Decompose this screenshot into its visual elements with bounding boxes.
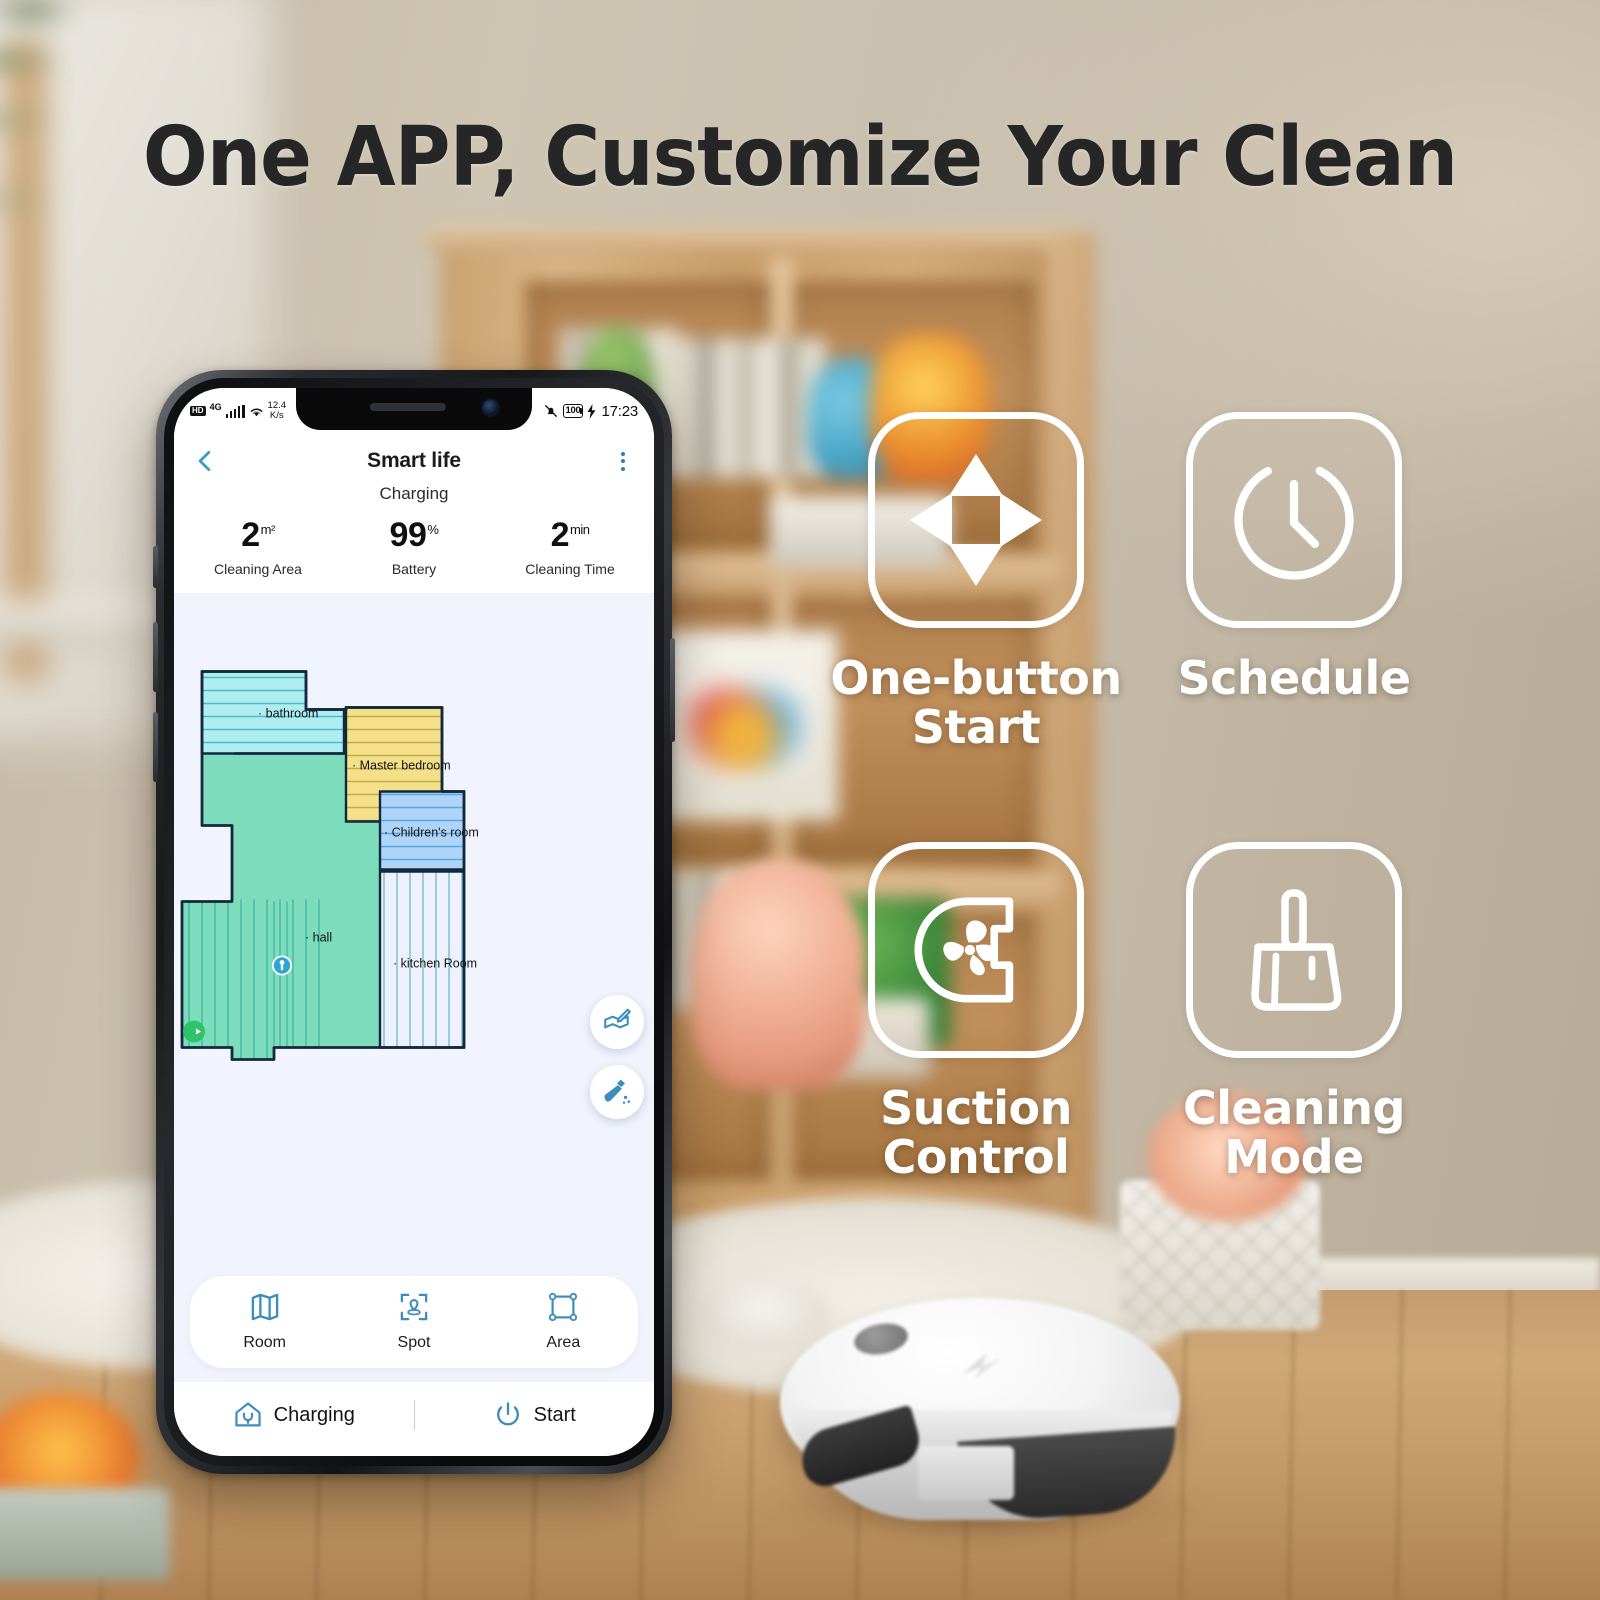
stats-row: 2m² Cleaning Area 99% Battery 2min Clean… bbox=[174, 504, 654, 593]
bottom-action-bar: Charging Start bbox=[174, 1382, 654, 1456]
feature-cleaning-mode: Cleaning Mode bbox=[1144, 842, 1444, 1182]
page-title: Smart life bbox=[367, 449, 461, 472]
robot-vacuum bbox=[770, 1288, 1190, 1538]
kebab-menu-icon[interactable] bbox=[610, 451, 636, 471]
mode-bar-wrapper: Room Spot Area bbox=[174, 1266, 654, 1382]
phone-notch bbox=[296, 388, 532, 430]
feature-label: Schedule bbox=[1177, 651, 1412, 705]
edit-map-fab[interactable] bbox=[590, 995, 644, 1049]
start-label: Start bbox=[533, 1403, 576, 1426]
area-square-icon bbox=[549, 1292, 578, 1322]
signal-bars-icon bbox=[225, 404, 245, 418]
network-type-label: 4G bbox=[209, 402, 222, 412]
page-headline: One APP, Customize Your Clean bbox=[142, 110, 1458, 205]
hd-icon: HD bbox=[190, 406, 206, 416]
device-status-text: Charging bbox=[379, 484, 449, 503]
broom-icon bbox=[604, 1079, 631, 1104]
floor-map-svg[interactable]: · bathroom · Master bedroom · Children's… bbox=[174, 593, 654, 1266]
map-label-hall: · hall bbox=[305, 931, 332, 945]
stat-unit: min bbox=[569, 521, 590, 537]
front-camera bbox=[483, 400, 498, 415]
stat-battery: 99% Battery bbox=[336, 518, 492, 577]
back-chevron-icon[interactable] bbox=[192, 448, 218, 474]
network-speed-unit: K/s bbox=[269, 410, 284, 421]
charging-bolt-icon bbox=[587, 403, 596, 419]
floor-map[interactable]: · bathroom · Master bedroom · Children's… bbox=[174, 593, 654, 1266]
status-clock: 17:23 bbox=[601, 402, 638, 420]
dock-marker[interactable] bbox=[183, 1020, 205, 1043]
wifi-icon bbox=[250, 408, 262, 416]
mode-area[interactable]: Area bbox=[489, 1290, 638, 1352]
map-label-kitchen-room: · kitchen Room bbox=[393, 957, 477, 971]
clean-fab[interactable] bbox=[590, 1065, 644, 1119]
map-fold-icon bbox=[251, 1293, 278, 1321]
feature-label: One-button Start bbox=[830, 651, 1122, 754]
stat-value: 2 bbox=[241, 516, 260, 554]
feature-suction-control: Suction Control bbox=[826, 842, 1126, 1182]
blower-fan-icon bbox=[914, 897, 1014, 1003]
stat-value: 2 bbox=[550, 516, 570, 554]
mode-room[interactable]: Room bbox=[190, 1290, 339, 1352]
feature-one-button-start: One-button Start bbox=[826, 412, 1126, 752]
stat-label: Cleaning Time bbox=[525, 561, 615, 577]
feature-icon-frame bbox=[1186, 842, 1402, 1058]
power-icon bbox=[496, 1402, 519, 1426]
phone-power-button bbox=[670, 638, 675, 742]
feature-icon-frame bbox=[868, 412, 1084, 628]
home-dock-icon bbox=[235, 1402, 261, 1427]
mode-label: Room bbox=[243, 1334, 286, 1351]
mode-bar: Room Spot Area bbox=[190, 1276, 638, 1368]
promo-scene: One APP, Customize Your Clean One-button… bbox=[0, 0, 1600, 1600]
network-speed: 12.4 K/s bbox=[268, 401, 287, 420]
clock-icon bbox=[1234, 460, 1354, 580]
map-pencil-icon bbox=[604, 1008, 631, 1029]
feature-icon-frame bbox=[1186, 412, 1402, 628]
broom-icon bbox=[1251, 889, 1342, 1011]
charging-label: Charging bbox=[273, 1403, 355, 1426]
map-label-bathroom: · bathroom bbox=[258, 707, 318, 721]
earpiece-speaker bbox=[369, 403, 446, 411]
app-header: Smart life Charging bbox=[174, 434, 654, 504]
phone-volume-down bbox=[153, 712, 158, 782]
stat-label: Battery bbox=[391, 561, 437, 577]
spot-target-icon bbox=[400, 1293, 428, 1321]
robot-position-marker[interactable] bbox=[272, 955, 292, 976]
stat-value: 99 bbox=[389, 516, 427, 554]
feature-icon-frame bbox=[868, 842, 1084, 1058]
bell-mute-icon bbox=[544, 405, 557, 417]
phone-mute-switch bbox=[153, 546, 158, 588]
stat-label: Cleaning Area bbox=[214, 561, 302, 577]
feature-schedule: Schedule bbox=[1144, 412, 1444, 703]
mode-label: Spot bbox=[397, 1334, 431, 1351]
stat-cleaning-area: 2m² Cleaning Area bbox=[180, 518, 336, 577]
mode-spot[interactable]: Spot bbox=[339, 1290, 488, 1352]
mode-label: Area bbox=[546, 1334, 581, 1351]
phone-volume-up bbox=[153, 622, 158, 692]
foreground-block bbox=[0, 1488, 170, 1580]
stat-unit: % bbox=[427, 521, 439, 537]
phone-screen: HD 4G 12.4 K/s 100 17:23 Smart life Char… bbox=[174, 388, 654, 1456]
map-label-childrens-room: · Children's room bbox=[384, 826, 479, 840]
start-button[interactable]: Start bbox=[415, 1400, 655, 1430]
stat-unit: m² bbox=[260, 521, 276, 537]
charging-button[interactable]: Charging bbox=[174, 1400, 414, 1430]
status-bar: HD 4G 12.4 K/s 100 17:23 bbox=[174, 388, 654, 434]
map-label-master-bedroom: · Master bedroom bbox=[352, 759, 451, 773]
feature-label: Suction Control bbox=[880, 1081, 1072, 1184]
phone-mockup: HD 4G 12.4 K/s 100 17:23 Smart life Char… bbox=[153, 370, 675, 1474]
dpad-arrows-icon bbox=[910, 454, 1042, 586]
stat-cleaning-time: 2min Cleaning Time bbox=[492, 518, 648, 577]
feature-label: Cleaning Mode bbox=[1183, 1081, 1405, 1184]
